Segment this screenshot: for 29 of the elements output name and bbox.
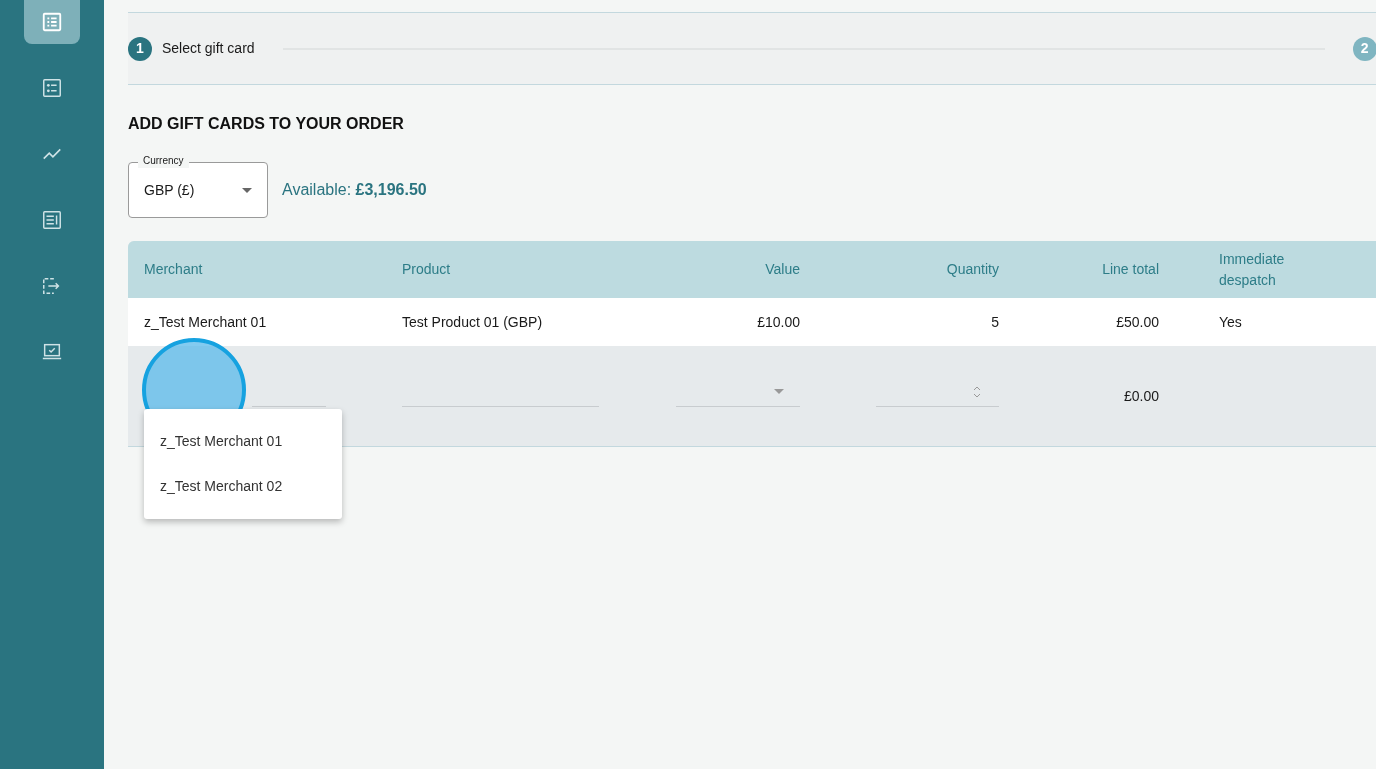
menu-option[interactable]: z_Test Merchant 02 (144, 464, 342, 509)
sidebar-item[interactable] (24, 0, 80, 44)
currency-value: GBP (£) (144, 180, 195, 200)
column-header: Value (764, 260, 801, 279)
dropdown-caret-icon (242, 187, 252, 193)
table-cell-text: 5 (990, 312, 1000, 332)
document-icon (41, 209, 63, 231)
currency-label: Currency (138, 154, 189, 168)
table-cell-text: £50.00 (1115, 312, 1160, 332)
table-cell-text: £0.00 (1123, 386, 1159, 406)
step-label: Select gift card (162, 39, 255, 58)
menu-option[interactable]: z_Test Merchant 01 (144, 419, 342, 464)
column-header: Quantity (945, 260, 1000, 279)
list-icon (41, 11, 63, 33)
column-header: Line total (1101, 260, 1160, 279)
available-balance: Available: £3,196.50 (282, 180, 427, 200)
column-header: Immediate despatch (1218, 249, 1286, 290)
column-header: Product (401, 260, 452, 279)
bullet-list-icon (41, 77, 63, 99)
column-header: Merchant (143, 260, 204, 279)
spinner-icon (973, 384, 981, 399)
step-number: 2 (1352, 36, 1376, 61)
table-cell-text: £10.00 (756, 312, 801, 332)
dropdown-caret-icon (774, 389, 784, 394)
table-cell-text: z_Test Merchant 01 (143, 312, 268, 332)
step-number: 1 (128, 36, 152, 61)
section-heading: ADD GIFT CARDS TO YOUR ORDER (128, 114, 405, 134)
table-cell-text: Test Product 01 (GBP) (401, 312, 544, 332)
table-cell-text: Yes (1218, 312, 1243, 332)
